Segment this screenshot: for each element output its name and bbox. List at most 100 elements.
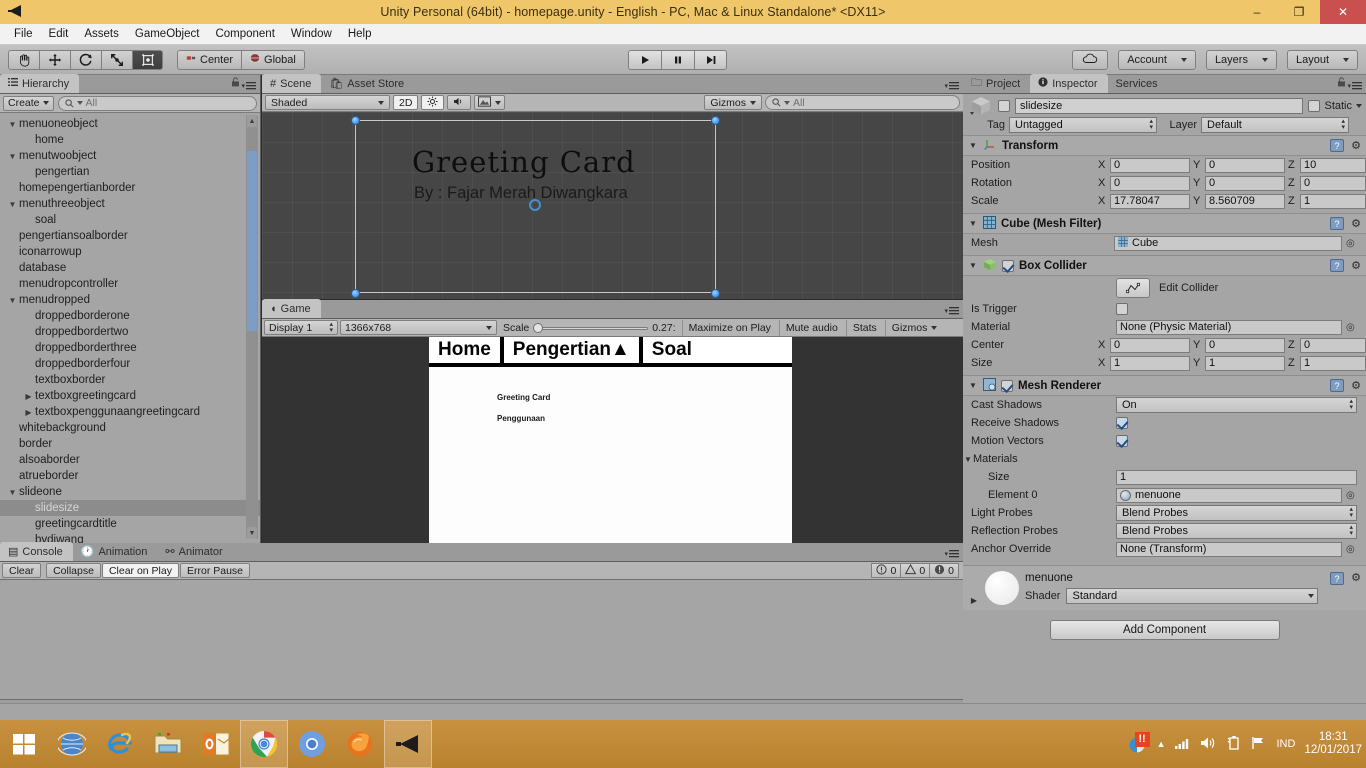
clear-button[interactable]: Clear	[2, 563, 42, 578]
help-icon[interactable]: ?	[1330, 379, 1344, 392]
reflection-probes-dropdown[interactable]: Blend Probes ▴ ▾	[1116, 523, 1357, 539]
nav-item-home[interactable]: Home	[429, 337, 500, 363]
foldout-arrow-icon[interactable]: ▼	[968, 261, 978, 270]
volume-icon[interactable]	[1200, 736, 1217, 753]
tab-animator[interactable]: ⚯ Animator	[157, 542, 232, 561]
scene-audio-toggle[interactable]	[447, 95, 472, 110]
physic-material-field[interactable]: None (Physic Material)	[1116, 319, 1342, 335]
layout-button[interactable]: Layout	[1286, 49, 1358, 70]
hierarchy-item-soal[interactable]: soal	[0, 212, 260, 228]
panel-menu-icon[interactable]: ▾	[1347, 82, 1362, 90]
is-trigger-checkbox[interactable]	[1116, 303, 1128, 315]
error-count[interactable]: 0	[929, 563, 959, 578]
vector3-field[interactable]: X1 Y1 Z1	[1098, 355, 1366, 371]
position-y-input[interactable]: 0	[1205, 157, 1285, 173]
panel-menu-icon[interactable]: ▾	[944, 82, 959, 90]
static-toggle-group[interactable]: Static	[1308, 100, 1362, 112]
account-button[interactable]: Account	[1118, 49, 1196, 70]
scene-search-input[interactable]: All	[765, 95, 960, 110]
console-message-list[interactable]	[0, 580, 963, 700]
action-center-icon[interactable]: !!	[1128, 732, 1150, 754]
object-name-input[interactable]: slidesize	[1015, 98, 1304, 114]
move-tool-button[interactable]	[39, 49, 70, 70]
info-count[interactable]: 0	[871, 563, 901, 578]
warning-count[interactable]: 0	[900, 563, 930, 578]
chromium-icon[interactable]	[288, 720, 336, 768]
resolution-dropdown[interactable]: 1366x768	[340, 320, 497, 335]
menu-item-window[interactable]: Window	[283, 26, 340, 42]
vector3-field[interactable]: X 17.78047 Y 8.560709 Z1	[1098, 193, 1366, 209]
layers-button[interactable]: Layers	[1205, 49, 1277, 70]
component-header[interactable]: ▼ Transform ? ⚙	[963, 136, 1366, 156]
cast-shadows-dropdown[interactable]: On ▴ ▾	[1116, 397, 1357, 413]
rotation-x-input[interactable]: 0	[1110, 175, 1190, 191]
maximize-on-play-toggle[interactable]: Maximize on Play	[681, 319, 777, 336]
object-picker-icon[interactable]: ◎	[1346, 490, 1355, 501]
anchor-override-field[interactable]: None (Transform)	[1116, 541, 1342, 557]
tab-console[interactable]: ▤ Console	[0, 542, 73, 561]
hierarchy-item-slideone[interactable]: ▼ slideone	[0, 484, 260, 500]
scale-slider[interactable]	[533, 322, 649, 333]
edit-collider-button[interactable]	[1116, 278, 1150, 298]
mute-audio-toggle[interactable]: Mute audio	[778, 319, 844, 336]
internet-explorer-icon[interactable]	[96, 720, 144, 768]
rotate-tool-button[interactable]	[70, 49, 101, 70]
hierarchy-item-whitebackground[interactable]: whitebackground	[0, 420, 260, 436]
hierarchy-item-homepengertianborder[interactable]: homepengertianborder	[0, 180, 260, 196]
tab-game[interactable]: ◖ Game	[262, 299, 321, 318]
vector3-field[interactable]: X0 Y0 Z0	[1098, 175, 1366, 191]
tab-animation[interactable]: 🕐 Animation	[73, 542, 158, 561]
flag-icon[interactable]	[1251, 736, 1267, 753]
unity-icon[interactable]	[384, 720, 432, 768]
clear-on-play-button[interactable]: Clear on Play	[101, 563, 179, 578]
game-viewport[interactable]: Home Pengertian▲ Soal Greeting Card Peng…	[262, 337, 963, 543]
shader-dropdown[interactable]: Standard	[1066, 588, 1319, 604]
shading-mode-dropdown[interactable]: Shaded	[265, 95, 390, 110]
vector3-field[interactable]: X0 Y0 Z 10	[1098, 157, 1366, 173]
tab-scene[interactable]: # Scene	[262, 74, 322, 93]
minimize-button[interactable]: –	[1236, 0, 1278, 24]
display-dropdown[interactable]: Display 1 ▴ ▾	[264, 320, 338, 335]
scale-z-input[interactable]: 1	[1300, 193, 1366, 209]
pause-button[interactable]	[661, 49, 694, 70]
step-button[interactable]	[694, 49, 727, 70]
add-component-button[interactable]: Add Component	[1049, 620, 1280, 640]
game-gizmos-dropdown[interactable]: Gizmos	[884, 319, 944, 336]
foldout-arrow-icon[interactable]: ▼	[968, 141, 978, 150]
foldout-arrow-icon[interactable]: ▶	[969, 596, 979, 605]
nav-item-soal[interactable]: Soal	[638, 337, 701, 363]
hierarchy-item-textboxgreetingcard[interactable]: ▶ textboxgreetingcard	[0, 388, 260, 404]
menu-item-gameobject[interactable]: GameObject	[127, 26, 208, 42]
center-z-input[interactable]: 0	[1300, 337, 1366, 353]
hierarchy-item-iconarrowup[interactable]: iconarrowup	[0, 244, 260, 260]
chevron-down-icon[interactable]	[1356, 104, 1362, 108]
gear-icon[interactable]: ⚙	[1351, 217, 1361, 230]
close-button[interactable]: ✕	[1320, 0, 1366, 24]
foldout-arrow-icon[interactable]: ▼	[6, 120, 19, 129]
static-checkbox[interactable]	[1308, 100, 1321, 112]
hierarchy-item-menudropcontroller[interactable]: menudropcontroller	[0, 276, 260, 292]
foldout-arrow-icon[interactable]: ▼	[963, 455, 973, 464]
hierarchy-item-pengertian[interactable]: pengertian	[0, 164, 260, 180]
foldout-arrow-icon[interactable]: ▼	[6, 296, 19, 305]
motion-vectors-checkbox[interactable]	[1116, 435, 1128, 447]
collapse-button[interactable]: Collapse	[46, 563, 101, 578]
layer-dropdown[interactable]: Default ▴ ▾	[1201, 117, 1349, 133]
hierarchy-item-droppedborderone[interactable]: droppedborderone	[0, 308, 260, 324]
scene-effects-toggle[interactable]	[474, 95, 506, 110]
foldout-arrow-icon[interactable]: ▼	[968, 219, 978, 228]
menu-item-help[interactable]: Help	[340, 26, 380, 42]
hierarchy-item-greetingcardtitle[interactable]: greetingcardtitle	[0, 516, 260, 532]
tag-dropdown[interactable]: Untagged ▴ ▾	[1009, 117, 1157, 133]
chrome-icon[interactable]	[240, 720, 288, 768]
taskbar-clock[interactable]: 18:31 12/01/2017	[1304, 731, 1362, 757]
gameobject-active-checkbox[interactable]	[998, 100, 1010, 112]
hierarchy-item-textboxpenggunaangreetingcard[interactable]: ▶ textboxpenggunaangreetingcard	[0, 404, 260, 420]
gear-icon[interactable]: ⚙	[1351, 379, 1361, 392]
position-z-input[interactable]: 10	[1300, 157, 1366, 173]
hierarchy-search-input[interactable]: All	[57, 95, 257, 111]
hierarchy-item-slidesize[interactable]: slidesize	[0, 500, 260, 516]
selection-handle-tr[interactable]	[711, 116, 720, 125]
chevron-up-icon[interactable]: ▲	[1157, 739, 1166, 749]
firefox-icon[interactable]	[336, 720, 384, 768]
